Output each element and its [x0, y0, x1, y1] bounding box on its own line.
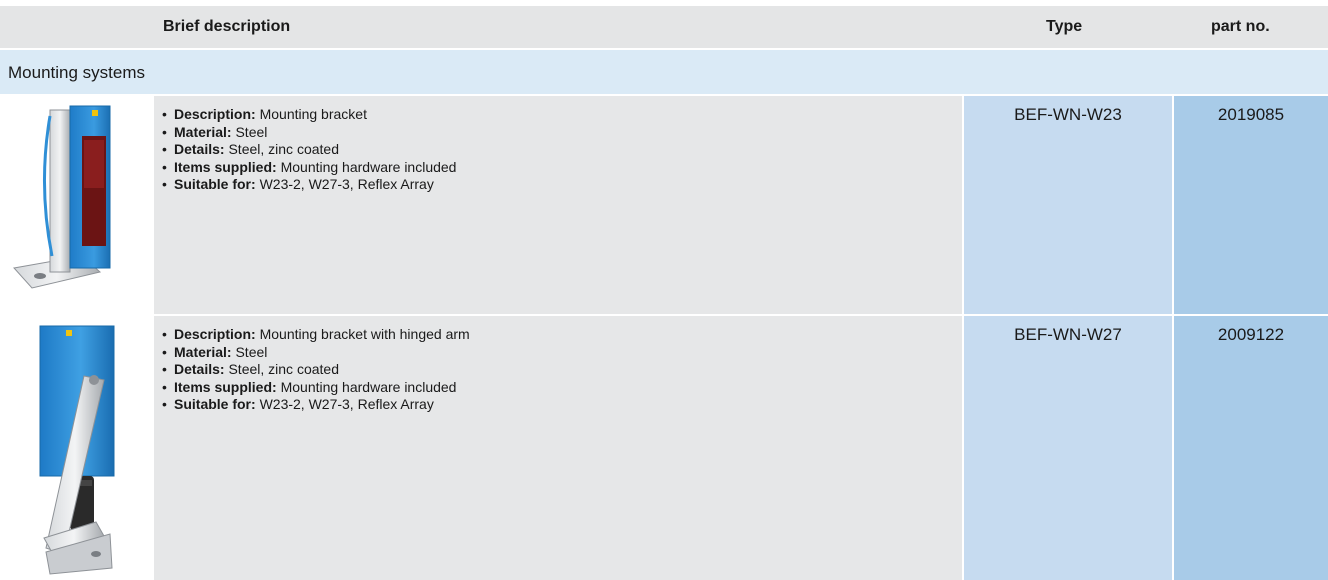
sensor-hinged-bracket-image: [39, 325, 115, 575]
list-item: Details: Steel, zinc coated: [162, 141, 456, 159]
list-item: Suitable for: W23-2, W27-3, Reflex Array: [162, 176, 456, 194]
description-cell: Description: Mounting bracket with hinge…: [154, 316, 962, 580]
type-value: BEF-WN-W27: [1014, 325, 1122, 344]
list-item: Description: Mounting bracket with hinge…: [162, 326, 470, 344]
header-part-no: part no.: [1211, 18, 1270, 35]
type-value: BEF-WN-W23: [1014, 105, 1122, 124]
header-brief-description: Brief description: [163, 18, 291, 35]
part-no-value: 2019085: [1217, 105, 1285, 124]
part-no-cell: 2019085: [1174, 96, 1328, 314]
description-list: Description: Mounting bracket Material: …: [162, 106, 456, 194]
type-cell: BEF-WN-W27: [964, 316, 1172, 580]
list-item: Material: Steel: [162, 124, 456, 142]
description-list: Description: Mounting bracket with hinge…: [162, 326, 470, 414]
section-title: Mounting systems: [8, 63, 145, 82]
list-item: Items supplied: Mounting hardware includ…: [162, 159, 456, 177]
type-cell: BEF-WN-W23: [964, 96, 1172, 314]
list-item: Details: Steel, zinc coated: [162, 361, 470, 379]
list-item: Description: Mounting bracket: [162, 106, 456, 124]
table-row: Description: Mounting bracket with hinge…: [0, 316, 1328, 580]
header-type: Type: [1046, 18, 1083, 35]
description-cell: Description: Mounting bracket Material: …: [154, 96, 962, 314]
sensor-bracket-image: [13, 105, 111, 289]
list-item: Items supplied: Mounting hardware includ…: [162, 379, 470, 397]
part-no-value: 2009122: [1217, 325, 1285, 344]
part-no-cell: 2009122: [1174, 316, 1328, 580]
table-header: Brief description Type part no.: [0, 6, 1328, 50]
section-row: Mounting systems: [0, 50, 1328, 96]
list-item: Material: Steel: [162, 344, 470, 362]
product-image-cell: [0, 96, 152, 314]
table-row: Description: Mounting bracket Material: …: [0, 96, 1328, 314]
list-item: Suitable for: W23-2, W27-3, Reflex Array: [162, 396, 470, 414]
product-image-cell: [0, 316, 152, 580]
